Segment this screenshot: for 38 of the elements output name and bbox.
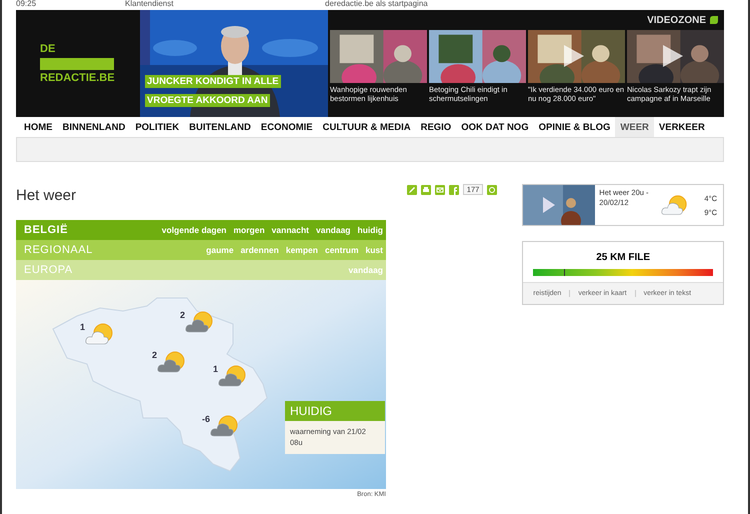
temperature-label: 2 bbox=[180, 310, 186, 320]
nav-tab[interactable]: POLITIEK bbox=[130, 117, 184, 137]
weather-icon bbox=[218, 364, 248, 388]
temperature-label: 1 bbox=[80, 322, 86, 332]
videozone-title[interactable]: VIDEOZONE bbox=[647, 14, 706, 26]
nav-tab[interactable]: BUITENLAND bbox=[184, 117, 256, 137]
weather-icon bbox=[157, 350, 188, 374]
pencil-icon[interactable] bbox=[406, 184, 417, 194]
nav-tab[interactable]: VERKEER bbox=[654, 117, 710, 137]
nav-tab[interactable]: CULTUUR & MEDIA bbox=[318, 117, 416, 137]
nav-tab[interactable]: OOK DAT NOG bbox=[456, 117, 534, 137]
weather-icon bbox=[210, 414, 240, 438]
nav-tab[interactable]: REGIO bbox=[416, 117, 456, 137]
mail-icon[interactable] bbox=[434, 184, 445, 194]
nav-tab[interactable]: OPINIE & BLOG bbox=[534, 117, 616, 137]
weather-icon bbox=[85, 322, 116, 346]
temperature-label: -6 bbox=[202, 414, 210, 424]
temperature-label: 1 bbox=[213, 364, 218, 374]
logo-text[interactable]: DE bbox=[40, 42, 140, 56]
nav-tab[interactable]: ECONOMIE bbox=[256, 117, 318, 137]
weather-icon bbox=[185, 310, 216, 334]
top-link[interactable]: Klantendienst bbox=[125, 0, 325, 10]
logo-text[interactable]: REDACTIE.BE bbox=[40, 72, 140, 84]
page-title: Het weer bbox=[16, 186, 76, 204]
nav-tab[interactable]: WEER bbox=[615, 117, 654, 137]
nav-tab[interactable]: HOME bbox=[19, 117, 58, 137]
top-link[interactable]: deredactie.be als startpagina bbox=[325, 0, 525, 10]
weather-icon bbox=[661, 194, 690, 216]
current-title: HUIDIG bbox=[285, 401, 385, 421]
traffic-title[interactable]: 25 KM FILE bbox=[523, 252, 723, 263]
temperature-label: 2 bbox=[152, 350, 158, 360]
play-icon[interactable] bbox=[663, 45, 683, 67]
clock-text: 09:25 bbox=[16, 0, 38, 10]
nav-tab[interactable]: BINNENLAND bbox=[58, 117, 130, 137]
play-icon[interactable] bbox=[564, 45, 584, 67]
leaf-icon bbox=[710, 16, 718, 24]
share-icon[interactable] bbox=[448, 184, 459, 194]
print-icon[interactable] bbox=[420, 184, 431, 194]
